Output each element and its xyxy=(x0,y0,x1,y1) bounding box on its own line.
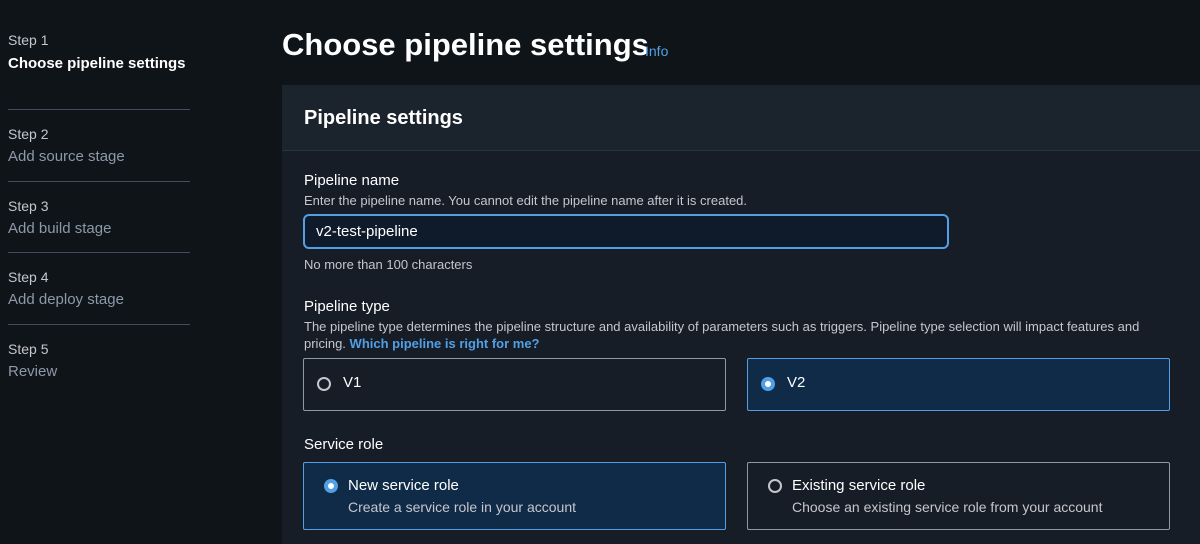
step-number: Step 3 xyxy=(8,198,49,214)
option-label: Existing service role xyxy=(792,477,926,494)
option-label: V2 xyxy=(787,374,806,391)
pipeline-type-label: Pipeline type xyxy=(304,298,390,315)
option-description: Create a service role in your account xyxy=(348,499,576,515)
pipeline-type-option-v2[interactable]: V2 xyxy=(747,358,1170,411)
wizard-step-2[interactable]: Step 2 Add source stage xyxy=(8,124,190,168)
step-title: Add source stage xyxy=(8,148,125,165)
wizard-step-3[interactable]: Step 3 Add build stage xyxy=(8,196,190,240)
panel-header: Pipeline settings xyxy=(282,85,1200,151)
pipeline-type-option-v1[interactable]: V1 xyxy=(303,358,726,411)
option-description: Choose an existing service role from you… xyxy=(792,499,1103,515)
page-title: Choose pipeline settings xyxy=(282,27,649,62)
step-divider xyxy=(8,324,190,325)
step-divider xyxy=(8,181,190,182)
wizard-steps-nav: Step 1 Choose pipeline settings Step 2 A… xyxy=(0,0,190,544)
option-label: V1 xyxy=(343,374,362,391)
pipeline-type-description: The pipeline type determines the pipelin… xyxy=(304,318,1164,352)
wizard-step-5[interactable]: Step 5 Review xyxy=(8,339,190,383)
step-title: Choose pipeline settings xyxy=(8,55,186,72)
app-page: Step 1 Choose pipeline settings Step 2 A… xyxy=(0,0,1200,544)
wizard-step-4[interactable]: Step 4 Add deploy stage xyxy=(8,267,190,311)
step-number: Step 2 xyxy=(8,126,49,142)
step-title: Review xyxy=(8,363,58,380)
pipeline-settings-panel: Pipeline settings Pipeline name Enter th… xyxy=(282,85,1200,544)
pipeline-name-label: Pipeline name xyxy=(304,172,400,189)
radio-unchecked-icon[interactable] xyxy=(768,479,782,493)
info-link[interactable]: Info xyxy=(645,42,668,60)
service-role-option-existing[interactable]: Existing service role Choose an existing… xyxy=(747,462,1170,530)
service-role-label: Service role xyxy=(304,436,384,453)
which-pipeline-link[interactable]: Which pipeline is right for me? xyxy=(350,336,540,351)
radio-unchecked-icon[interactable] xyxy=(317,377,331,391)
pipeline-name-constraint: No more than 100 characters xyxy=(304,257,473,272)
step-title: Add build stage xyxy=(8,220,112,237)
pipeline-name-input[interactable] xyxy=(303,214,949,249)
step-title: Add deploy stage xyxy=(8,291,124,308)
wizard-step-1[interactable]: Step 1 Choose pipeline settings xyxy=(8,30,190,75)
radio-checked-icon[interactable] xyxy=(324,479,338,493)
option-label: New service role xyxy=(348,477,459,494)
step-number: Step 5 xyxy=(8,341,49,357)
radio-checked-icon[interactable] xyxy=(761,377,775,391)
pipeline-name-description: Enter the pipeline name. You cannot edit… xyxy=(304,193,748,208)
step-number: Step 4 xyxy=(8,269,49,285)
step-number: Step 1 xyxy=(8,32,49,48)
step-divider xyxy=(8,109,190,110)
step-divider xyxy=(8,252,190,253)
service-role-option-new[interactable]: New service role Create a service role i… xyxy=(303,462,726,530)
panel-title: Pipeline settings xyxy=(304,107,463,129)
